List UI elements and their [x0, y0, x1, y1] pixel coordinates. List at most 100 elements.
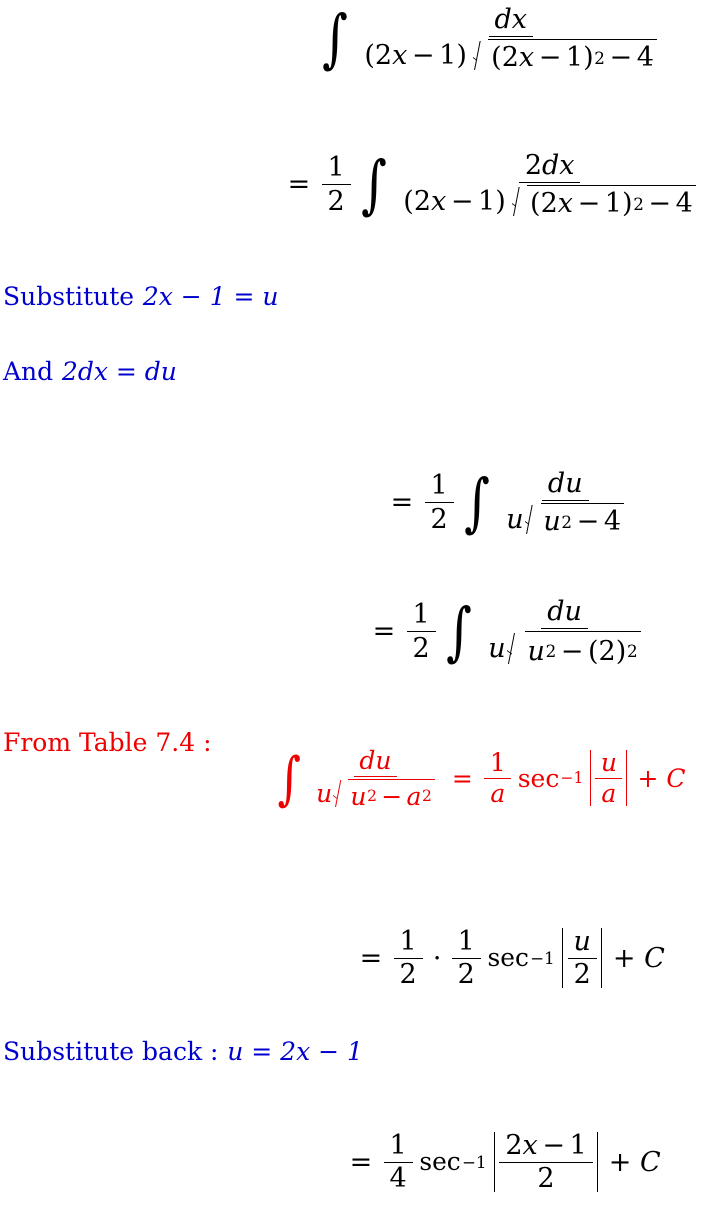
constant-1: 1: [399, 926, 417, 957]
constant-1: 1: [489, 748, 506, 778]
fraction-denominator: 2: [531, 1163, 560, 1195]
square-root: (2 x −1) 2 −4: [512, 185, 697, 220]
constant-2: 2: [327, 185, 345, 217]
fraction-u-over-2: u 2: [567, 926, 597, 988]
minus-operator: −: [560, 635, 584, 667]
abs-bar-left: [562, 928, 564, 989]
annotation-differential: And 2dx = du: [3, 359, 177, 384]
radicand: (2 x −1) 2 −4: [527, 185, 697, 220]
fraction-numerator: u: [595, 750, 623, 779]
annotation-label: And: [3, 357, 54, 386]
variable-x: x: [518, 42, 535, 74]
minus-operator: −: [609, 42, 633, 74]
constant-2: 2: [537, 1163, 555, 1195]
radical-sign-icon: [512, 185, 528, 217]
plus-constant-c: + C: [637, 763, 686, 793]
equals-sign: =: [287, 169, 311, 201]
minus-operator: −: [381, 781, 403, 811]
annotation-table-reference: From Table 7.4 :: [3, 730, 212, 755]
constant-2: 2: [524, 150, 542, 181]
variable-u: u: [527, 635, 545, 667]
constant-4: 4: [675, 188, 693, 220]
equals-sign: =: [390, 487, 414, 519]
constant-1: 1: [389, 1130, 407, 1161]
variable-x: x: [431, 185, 447, 217]
minus-operator: −: [450, 185, 474, 217]
fraction-integrand: du u u2 − (2) 2: [482, 598, 646, 665]
abs-bar-right: [601, 928, 603, 989]
fraction-integrand: 2dx (2 x −1) (2 x −1) 2 −4: [397, 152, 702, 217]
coefficient-2: 2: [540, 188, 558, 220]
constant-1: 1: [430, 470, 448, 502]
abs-content: u a: [595, 750, 623, 809]
variable-a: a: [490, 779, 506, 809]
constant-2: 2: [457, 959, 475, 991]
fraction-one-over-a: 1 a: [484, 748, 512, 809]
square-root: u2 − a 2: [333, 779, 435, 811]
fraction-denominator: (2 x −1) (2 x −1) 2 −4: [358, 37, 663, 71]
fraction-numerator: 2 x −1: [499, 1130, 593, 1163]
fraction-first-half: 1 2: [393, 926, 423, 988]
equals-sign: =: [359, 942, 383, 974]
fraction-denominator: 4: [384, 1163, 413, 1195]
radicand: u2 −4: [540, 503, 625, 535]
constant-1: 1: [604, 188, 622, 220]
integral-sign: ∫: [464, 464, 490, 539]
radical-sign-icon: [507, 631, 525, 664]
constant-4: 4: [636, 42, 654, 74]
abs-content: 2 x −1 2: [499, 1130, 593, 1195]
constant-1: 1: [327, 152, 345, 184]
square-root: u2 − (2) 2: [507, 631, 641, 667]
fraction-denominator: u u2 − a 2: [311, 777, 441, 809]
coefficient-2: 2: [374, 39, 393, 71]
variable-x: x: [522, 1130, 538, 1161]
radical-sign-icon: [333, 779, 348, 809]
constant-1: 1: [412, 599, 430, 631]
variable-a: a: [601, 779, 617, 809]
annotation-substitute-forward: Substitute 2x − 1 = u: [3, 284, 279, 309]
variable-x: x: [392, 39, 408, 71]
coefficient-2: 2: [413, 185, 432, 217]
square-root: (2 x −1) 2 −4: [473, 39, 658, 74]
numerator-2dx: 2dx: [525, 152, 575, 179]
fraction-numerator: u: [567, 926, 597, 959]
equals-sign: =: [349, 1146, 373, 1178]
equation-applied-formula: = 1 2 · 1 2 sec −1 u 2 + C: [355, 926, 665, 991]
fraction-denominator: 2: [568, 959, 597, 988]
fraction-denominator: 2: [425, 503, 454, 533]
fraction-numerator: du: [353, 748, 398, 777]
constant-4: 4: [389, 1163, 407, 1195]
paren-open: (: [530, 188, 541, 220]
fraction-problem: dx (2 x −1) (2 x −1) 2 −4: [358, 6, 663, 71]
fraction-denominator: a: [596, 779, 622, 809]
abs-bar-left: [590, 750, 592, 807]
fraction-denominator: 2: [407, 632, 436, 662]
abs-content: u 2: [567, 926, 597, 988]
minus-operator: −: [577, 188, 601, 220]
fraction-one-half: 1 2: [424, 470, 454, 533]
radicand: (2 x −1) 2 −4: [488, 39, 658, 74]
function-arcsec: sec: [517, 763, 560, 793]
variable-u: u: [316, 779, 333, 809]
variable-u: u: [350, 781, 367, 811]
equation-problem-integral: ∫ dx (2 x −1) (2 x −1) 2 −4: [316, 6, 667, 71]
plus-constant-c: + C: [608, 1146, 661, 1178]
square-root: u2 −4: [525, 503, 625, 535]
back-substitution-expression: u = 2x − 1: [227, 1037, 363, 1066]
differential-expression: 2dx = du: [61, 357, 177, 386]
paren-open: (: [403, 185, 414, 217]
equals-sign: =: [372, 615, 396, 647]
radical-sign-icon: [525, 503, 541, 535]
paren-close: ): [583, 42, 594, 74]
equation-factored-constant: = 1 2 ∫ 2dx (2 x −1) (2 x −1) 2 −4: [283, 152, 706, 217]
variable-u: u: [488, 632, 506, 664]
radical-sign-icon: [473, 39, 489, 71]
absolute-value: u 2: [558, 926, 607, 989]
variable-u: u: [573, 926, 591, 957]
constant-2: 2: [430, 503, 448, 535]
constant-2: 2: [412, 632, 430, 664]
fraction-second-half: 1 2: [451, 928, 481, 991]
plus-constant-c: + C: [612, 942, 665, 974]
fraction-expression-over-2: 2 x −1 2: [499, 1130, 593, 1195]
fraction-numerator: 1: [383, 1130, 413, 1163]
